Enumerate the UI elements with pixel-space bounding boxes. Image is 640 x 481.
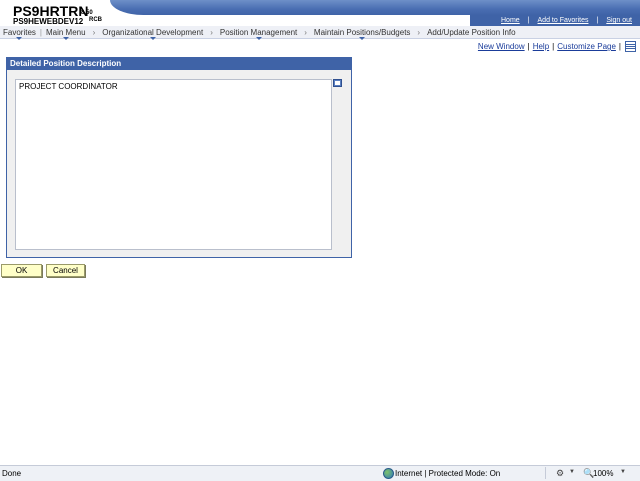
- dropdown-arrow-icon: [16, 36, 23, 40]
- chevron-down-icon[interactable]: ▼: [620, 469, 626, 475]
- ok-button[interactable]: OK: [1, 264, 42, 277]
- user-id: RCB: [89, 17, 102, 23]
- breadcrumb-position-management[interactable]: Position Management: [217, 28, 300, 40]
- position-description-textarea[interactable]: PROJECT COORDINATOR: [15, 79, 332, 250]
- chevron-right-icon: ›: [417, 27, 421, 37]
- menu-favorites[interactable]: Favorites: [0, 28, 39, 40]
- tools-icon[interactable]: ⚙: [556, 468, 564, 479]
- chevron-right-icon: ›: [210, 27, 213, 37]
- menu-main-menu[interactable]: Main Menu: [43, 28, 89, 40]
- page-links: New Window | Help | Customize Page |: [477, 42, 621, 51]
- chevron-down-icon[interactable]: ▼: [569, 469, 575, 475]
- add-to-favorites-link[interactable]: Add to Favorites: [530, 17, 597, 24]
- chevron-right-icon: ›: [304, 27, 307, 37]
- detailed-position-description-group: Detailed Position Description PROJECT CO…: [6, 57, 352, 258]
- globe-icon: [383, 468, 394, 479]
- group-title: Detailed Position Description: [7, 58, 351, 70]
- position-description-value: PROJECT COORDINATOR: [19, 82, 118, 91]
- breadcrumb-maintain-positions-budgets[interactable]: Maintain Positions/Budgets: [311, 28, 414, 40]
- sign-out-link[interactable]: Sign out: [598, 17, 640, 24]
- personalize-grid-icon[interactable]: [625, 41, 636, 52]
- system-version: 8.50: [81, 10, 93, 16]
- dropdown-arrow-icon: [149, 36, 156, 40]
- portal-header: PS9HRTRN 8.50 PS9HEWEBDEV12 RCB Home | A…: [0, 0, 640, 26]
- zoom-level[interactable]: 100%: [593, 469, 613, 478]
- breadcrumb-organizational-development[interactable]: Organizational Development: [99, 28, 206, 40]
- expand-textarea-icon[interactable]: [333, 79, 342, 87]
- cancel-button[interactable]: Cancel: [46, 264, 85, 277]
- dropdown-arrow-icon: [62, 36, 69, 40]
- help-link[interactable]: Help: [533, 42, 549, 51]
- security-zone: Internet | Protected Mode: On: [395, 469, 501, 478]
- chevron-right-icon: ›: [92, 27, 96, 37]
- dropdown-arrow-icon: [255, 36, 262, 40]
- database-name: PS9HEWEBDEV12: [13, 17, 84, 26]
- universal-navigation: Home | Add to Favorites | Sign out: [470, 15, 640, 26]
- customize-page-link[interactable]: Customize Page: [557, 42, 616, 51]
- browser-status-bar: Done Internet | Protected Mode: On ⚙ ▼ 🔍…: [0, 465, 640, 481]
- navigation-menu-bar: Favorites | Main Menu › Organizational D…: [0, 26, 640, 40]
- dropdown-arrow-icon: [359, 36, 366, 40]
- header-banner: [110, 0, 640, 15]
- status-text: Done: [2, 469, 22, 478]
- home-link[interactable]: Home: [493, 17, 528, 24]
- new-window-link[interactable]: New Window: [478, 42, 525, 51]
- breadcrumb-add-update-position-info[interactable]: Add/Update Position Info: [424, 28, 519, 37]
